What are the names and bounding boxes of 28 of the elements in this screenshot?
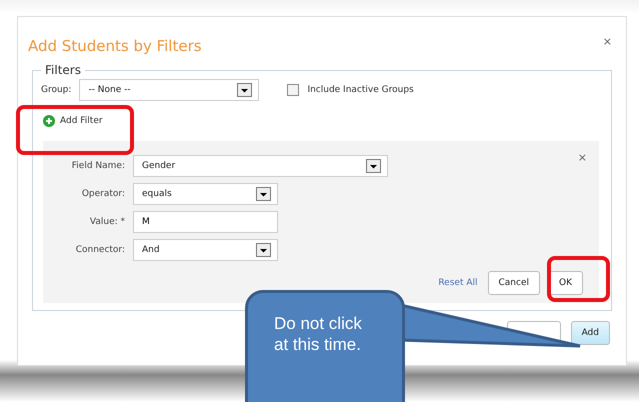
field-label: Operator:: [80, 189, 125, 199]
caret-icon: [256, 243, 271, 257]
group-label: Group:: [41, 85, 72, 95]
ok-button[interactable]: OK: [548, 271, 583, 295]
add-button[interactable]: Add: [570, 321, 610, 345]
field-label: Field Name:: [70, 161, 125, 171]
plus-icon: [43, 115, 55, 127]
dropdown[interactable]: And: [133, 239, 278, 261]
add-filter-link[interactable]: Add Filter: [43, 115, 599, 127]
dropdown[interactable]: equals: [133, 183, 278, 205]
filters-legend: Filters: [41, 63, 85, 77]
cancel-button[interactable]: Cancel: [488, 271, 540, 295]
caret-icon: [366, 159, 381, 173]
input-field[interactable]: M: [133, 211, 278, 233]
field-label: Connector:: [74, 245, 125, 255]
callout-text: Do not click at this time.: [274, 313, 363, 355]
checkbox[interactable]: [287, 84, 300, 96]
reset-all-link[interactable]: Reset All: [438, 278, 478, 288]
caret-icon: [237, 83, 252, 97]
dropdown[interactable]: Gender: [133, 155, 388, 177]
checkbox-label: Include Inactive Groups: [307, 85, 414, 95]
highlight-frame: [547, 256, 610, 302]
group-select[interactable]: -- None --: [79, 79, 260, 101]
close-button[interactable]: ×: [602, 35, 612, 48]
close-button[interactable]: ×: [578, 151, 587, 164]
field-label: Value: *: [88, 217, 125, 227]
caret-icon: [256, 187, 271, 201]
dialog-title: Add Students by Filters: [28, 37, 202, 55]
